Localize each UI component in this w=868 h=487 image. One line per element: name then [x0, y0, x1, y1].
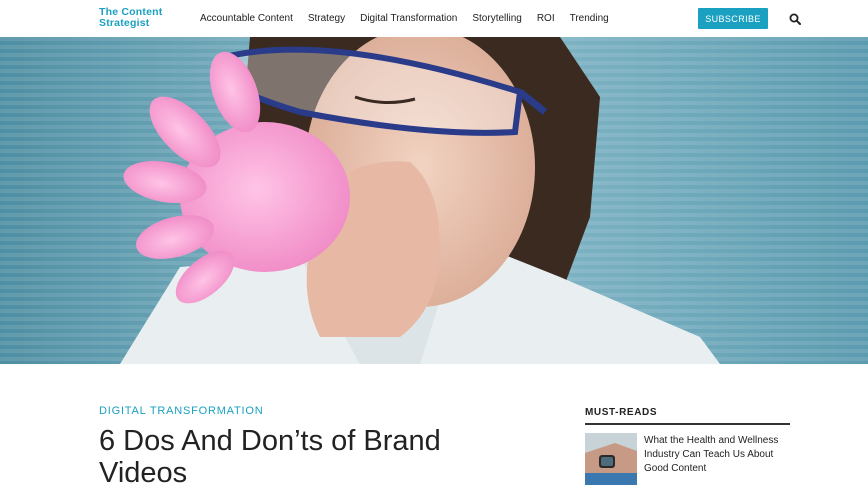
site-logo[interactable]: The Content Strategist: [99, 7, 174, 29]
subscribe-button[interactable]: SUBSCRIBE: [698, 8, 768, 29]
logo-text: The Content Strategist: [99, 6, 163, 29]
must-read-title[interactable]: What the Health and Wellness Industry Ca…: [644, 433, 795, 487]
article-category[interactable]: DIGITAL TRANSFORMATION: [99, 405, 263, 417]
must-read-item[interactable]: What the Health and Wellness Industry Ca…: [585, 433, 795, 487]
site-header: The Content Strategist Accountable Conte…: [0, 0, 868, 37]
nav-item-trending[interactable]: Trending: [570, 13, 609, 24]
hero-image: [0, 37, 868, 364]
nav-item-roi[interactable]: ROI: [537, 13, 555, 24]
must-read-thumbnail[interactable]: [585, 433, 637, 485]
nav-item-strategy[interactable]: Strategy: [308, 13, 345, 24]
nav-item-digital-transformation[interactable]: Digital Transformation: [360, 13, 457, 24]
article-title: 6 Dos And Don’ts of Brand Videos: [99, 425, 441, 487]
must-reads-heading: MUST-READS: [585, 407, 790, 425]
main-nav: Accountable Content Strategy Digital Tra…: [200, 13, 624, 24]
nav-item-accountable-content[interactable]: Accountable Content: [200, 13, 293, 24]
search-icon[interactable]: [789, 12, 801, 25]
nav-item-storytelling[interactable]: Storytelling: [472, 13, 521, 24]
